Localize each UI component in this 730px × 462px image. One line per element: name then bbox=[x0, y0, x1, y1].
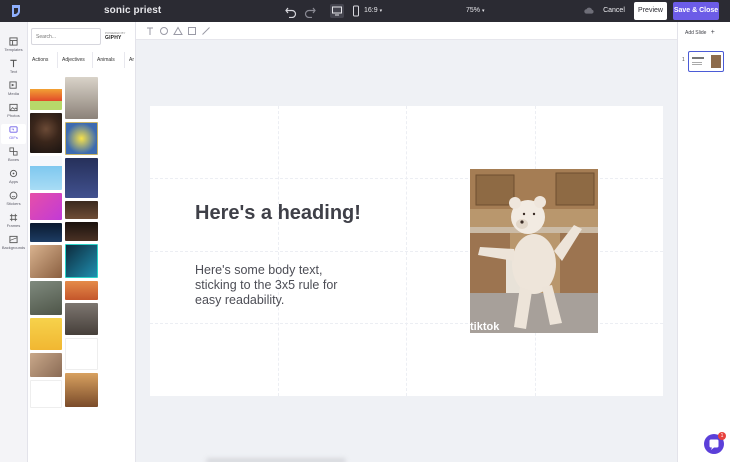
save-close-button[interactable]: Save & Close bbox=[673, 2, 719, 20]
category-tab-actions[interactable]: Actions bbox=[28, 52, 58, 68]
gif-thumbnail[interactable] bbox=[30, 113, 62, 153]
frames-icon bbox=[9, 213, 18, 222]
gif-panel: POWERED BY GIPHY Actions Adjectives Anim… bbox=[28, 22, 136, 462]
gif-icon bbox=[9, 126, 18, 133]
add-slide-button[interactable]: Add Slide + bbox=[685, 28, 725, 38]
gif-thumbnail[interactable] bbox=[65, 77, 98, 119]
rail-item-stickers[interactable]: Stickers bbox=[1, 190, 26, 210]
triangle-tool-icon[interactable] bbox=[173, 26, 183, 36]
slide-body-text[interactable]: Here's some body text, sticking to the 3… bbox=[195, 263, 345, 308]
square-tool-icon[interactable] bbox=[187, 26, 197, 36]
rail-item-apps[interactable]: Apps bbox=[1, 168, 26, 188]
rail-item-boxes[interactable]: Boxes bbox=[1, 146, 26, 166]
backgrounds-icon bbox=[9, 235, 18, 244]
slides-panel: Add Slide + 1 bbox=[677, 22, 730, 462]
desktop-view-icon[interactable] bbox=[330, 4, 344, 18]
gif-thumbnail[interactable] bbox=[65, 201, 98, 219]
gif-thumbnail[interactable] bbox=[30, 193, 62, 220]
rail-item-text[interactable]: Text bbox=[1, 58, 26, 78]
giphy-logo: GIPHY bbox=[105, 35, 122, 41]
rail-item-gifs[interactable]: GIFs bbox=[1, 124, 26, 144]
undo-icon[interactable] bbox=[284, 4, 298, 18]
gif-thumbnail[interactable] bbox=[65, 122, 98, 155]
gif-thumbnail[interactable] bbox=[30, 80, 62, 110]
apps-icon bbox=[9, 169, 18, 178]
gif-thumbnail[interactable] bbox=[65, 373, 98, 407]
category-tab-more[interactable]: Ar bbox=[125, 52, 135, 68]
media-icon bbox=[9, 81, 17, 89]
preview-button[interactable]: Preview bbox=[634, 2, 667, 20]
gif-thumbnail[interactable] bbox=[65, 244, 98, 278]
gif-thumbnail[interactable] bbox=[65, 338, 98, 370]
app-logo-icon[interactable] bbox=[9, 3, 23, 19]
gif-thumbnail[interactable] bbox=[30, 380, 62, 408]
text-tool-icon[interactable] bbox=[145, 26, 155, 36]
gif-thumbnail[interactable] bbox=[30, 318, 62, 350]
rail-item-templates[interactable]: Templates bbox=[1, 36, 26, 56]
slide-canvas[interactable]: Here's a heading! Here's some body text,… bbox=[150, 106, 663, 396]
gif-thumbnail[interactable] bbox=[65, 222, 98, 241]
stickers-icon bbox=[9, 191, 18, 200]
text-icon bbox=[10, 59, 17, 68]
thumb-text-line bbox=[692, 64, 702, 65]
top-bar: sonic priest 16:9 ▾ 75% ▾ Cancel Preview… bbox=[0, 0, 730, 22]
gif-thumbnail[interactable] bbox=[30, 156, 62, 190]
circle-tool-icon[interactable] bbox=[159, 26, 169, 36]
slide-heading[interactable]: Here's a heading! bbox=[195, 202, 361, 225]
gif-thumbnail[interactable] bbox=[65, 281, 98, 300]
plus-icon: + bbox=[710, 29, 715, 36]
canvas-toolbar bbox=[136, 22, 677, 40]
rail-item-photos[interactable]: Photos bbox=[1, 102, 26, 122]
chevron-down-icon: ▾ bbox=[481, 8, 485, 14]
aspect-ratio-select[interactable]: 16:9 ▾ bbox=[364, 4, 390, 18]
redo-icon[interactable] bbox=[303, 4, 317, 18]
canvas-stage: Here's a heading! Here's some body text,… bbox=[136, 40, 677, 462]
templates-icon bbox=[9, 37, 18, 46]
line-tool-icon[interactable] bbox=[201, 26, 211, 36]
boxes-icon bbox=[9, 147, 18, 156]
gif-thumbnail[interactable] bbox=[30, 223, 62, 242]
rail-item-backgrounds[interactable]: Backgrounds bbox=[1, 234, 26, 254]
rail-item-frames[interactable]: Frames bbox=[1, 212, 26, 232]
gif-thumbnail[interactable] bbox=[30, 353, 62, 377]
cancel-button[interactable]: Cancel bbox=[600, 4, 628, 18]
cloud-saved-icon bbox=[584, 7, 594, 14]
slide-number: 1 bbox=[682, 57, 685, 63]
thumb-text-line bbox=[692, 62, 702, 63]
gif-thumbnail[interactable] bbox=[65, 303, 98, 335]
gif-thumbnail[interactable] bbox=[30, 281, 62, 315]
category-tab-adjectives[interactable]: Adjectives bbox=[58, 52, 93, 68]
dancing-bear-gif bbox=[470, 169, 598, 333]
thumb-heading-line bbox=[692, 57, 704, 59]
zoom-select[interactable]: 75% ▾ bbox=[466, 4, 492, 18]
category-tab-animals[interactable]: Animals bbox=[93, 52, 125, 68]
mobile-view-icon[interactable] bbox=[349, 4, 363, 18]
tool-rail: Templates Text Media Photos GIFs Boxes A… bbox=[0, 22, 28, 462]
gif-thumbnail[interactable] bbox=[65, 158, 98, 198]
thumb-gif bbox=[711, 55, 721, 68]
slide-gif-image[interactable]: tiktok bbox=[470, 169, 598, 333]
gif-thumbnail[interactable] bbox=[30, 245, 62, 278]
notification-badge: 1 bbox=[718, 432, 726, 440]
gif-search-input[interactable] bbox=[31, 28, 101, 45]
document-title[interactable]: sonic priest bbox=[104, 5, 161, 16]
rail-item-media[interactable]: Media bbox=[1, 80, 26, 100]
gif-watermark: tiktok bbox=[470, 321, 500, 333]
slide-thumbnail[interactable] bbox=[688, 51, 724, 72]
scroll-shadow bbox=[206, 458, 346, 462]
photos-icon bbox=[9, 103, 18, 112]
chevron-down-icon: ▾ bbox=[379, 8, 383, 14]
